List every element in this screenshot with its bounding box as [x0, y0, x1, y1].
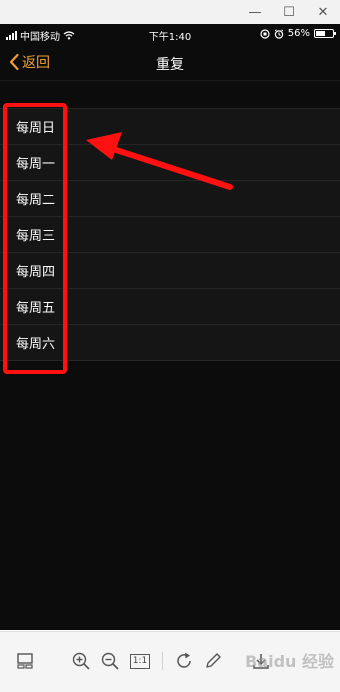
annotation-arrow-icon: [86, 132, 233, 190]
zoom-in-button[interactable]: [70, 650, 92, 672]
toolbar-divider: [162, 652, 163, 670]
minimize-button[interactable]: —: [238, 0, 272, 24]
thumbnail-icon: [17, 653, 33, 669]
actual-size-button[interactable]: 1:1: [129, 650, 151, 672]
zoom-out-icon: [101, 652, 119, 670]
edit-button[interactable]: [202, 650, 224, 672]
actual-size-icon: 1:1: [129, 653, 151, 669]
rotate-icon: [177, 652, 191, 668]
phone-screen: 中国移动 下午1:40 56% 返回 重复 每周日 每周一 每周二 每周三 每周…: [0, 24, 340, 630]
close-button[interactable]: ✕: [306, 0, 340, 24]
edit-icon: [206, 653, 221, 668]
zoom-out-button[interactable]: [99, 650, 121, 672]
viewer-toolbar: 1:1 Baidu 经验: [0, 631, 340, 692]
maximize-button[interactable]: ☐: [272, 0, 306, 24]
rotate-button[interactable]: [173, 650, 195, 672]
watermark: Baidu 经验: [245, 652, 334, 671]
thumbnail-button[interactable]: [14, 650, 36, 672]
window-titlebar: — ☐ ✕: [0, 0, 340, 25]
zoom-in-icon: [72, 652, 90, 670]
